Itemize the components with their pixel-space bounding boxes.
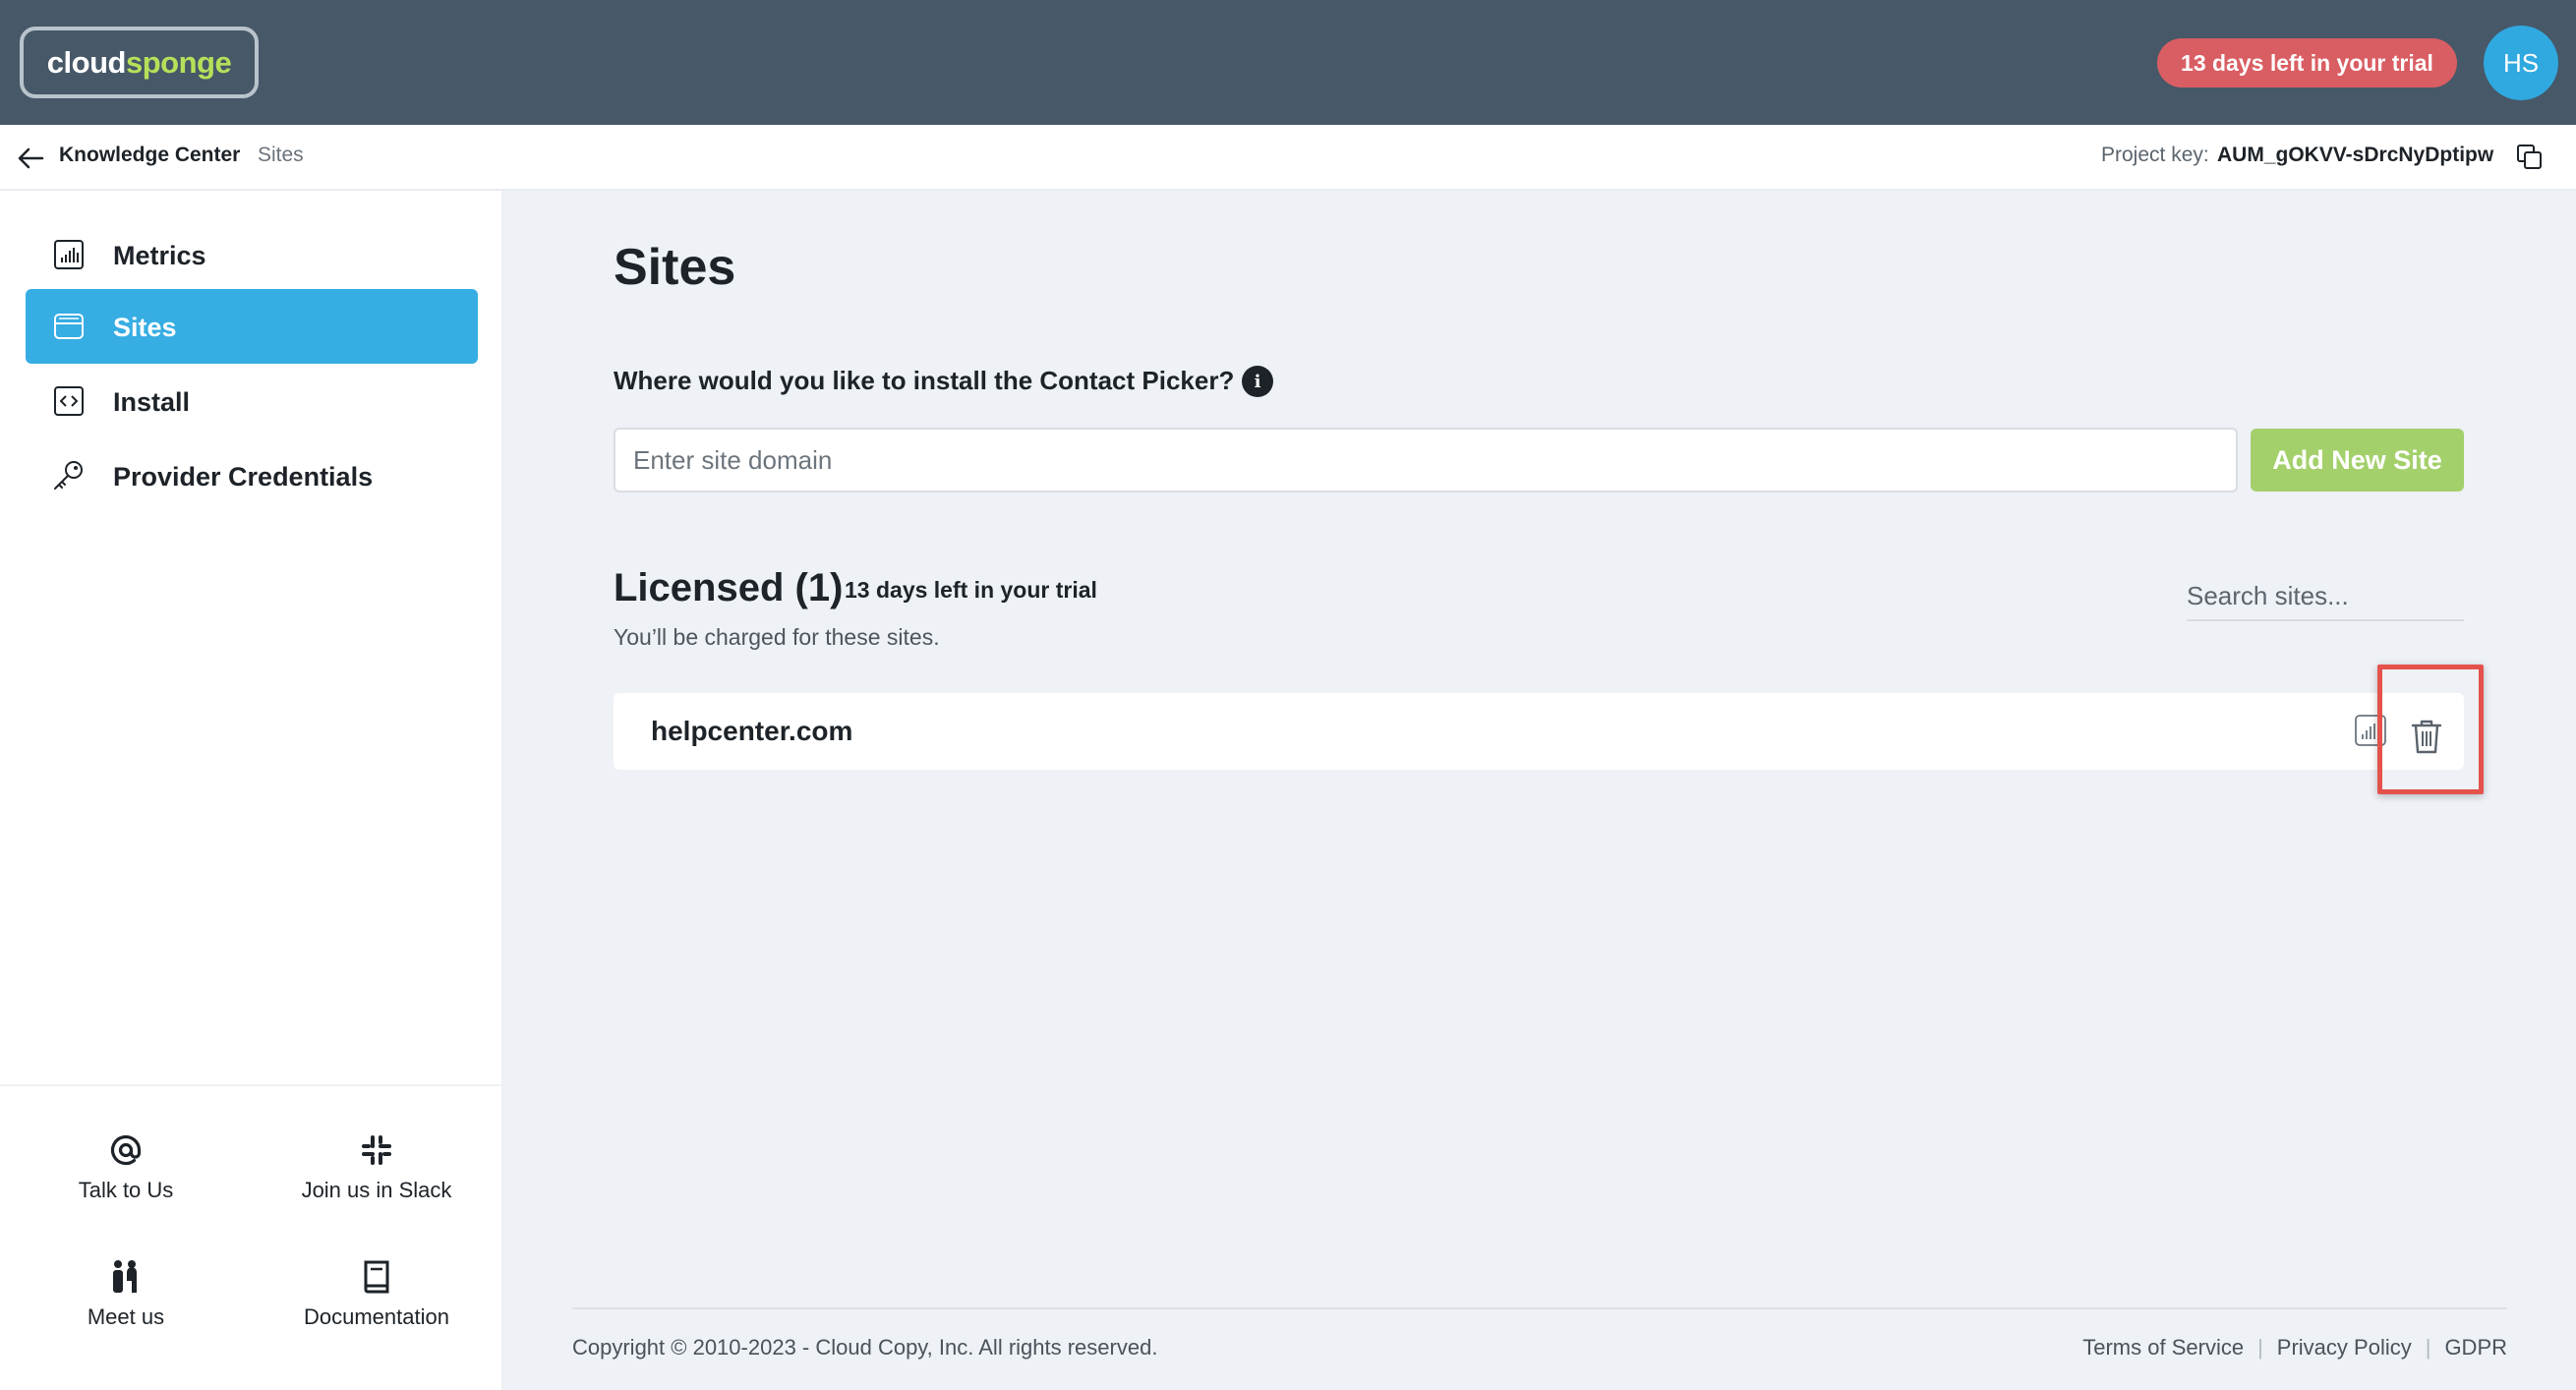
site-domain-input[interactable] bbox=[614, 428, 2238, 492]
meet-us-link[interactable]: Meet us bbox=[13, 1259, 239, 1358]
cloudsponge-logo[interactable]: cloud sponge bbox=[20, 27, 259, 98]
sidebar-item-label: Provider Credentials bbox=[113, 462, 374, 492]
licensed-charge-note: You’ll be charged for these sites. bbox=[614, 624, 940, 650]
user-avatar[interactable]: HS bbox=[2484, 26, 2558, 100]
browser-window-icon bbox=[54, 314, 84, 339]
join-slack-link[interactable]: Join us in Slack bbox=[263, 1132, 490, 1231]
install-question: Where would you like to install the Cont… bbox=[614, 366, 1235, 395]
code-icon bbox=[54, 386, 84, 416]
breadcrumb-knowledge-center[interactable]: Knowledge Center bbox=[59, 144, 240, 167]
page-title: Sites bbox=[614, 239, 736, 296]
gdpr-link[interactable]: GDPR bbox=[2444, 1335, 2507, 1361]
talk-to-us-label: Talk to Us bbox=[78, 1178, 174, 1202]
documentation-label: Documentation bbox=[304, 1304, 449, 1329]
add-new-site-button[interactable]: Add New Site bbox=[2251, 429, 2464, 492]
sidebar-divider bbox=[0, 1084, 501, 1086]
copyright-text: Copyright © 2010-2023 - Cloud Copy, Inc.… bbox=[572, 1335, 1158, 1360]
sidebar-item-sites[interactable]: Sites bbox=[26, 289, 478, 364]
delete-site-button[interactable] bbox=[2405, 715, 2448, 758]
trash-icon bbox=[2411, 720, 2442, 754]
terms-of-service-link[interactable]: Terms of Service bbox=[2082, 1335, 2244, 1361]
bar-chart-icon bbox=[54, 240, 84, 269]
sidebar-item-provider-credentials[interactable]: Provider Credentials bbox=[26, 438, 478, 513]
copy-icon[interactable] bbox=[2515, 143, 2545, 172]
sidebar-item-install[interactable]: Install bbox=[26, 364, 478, 438]
sidebar-item-metrics[interactable]: Metrics bbox=[26, 217, 478, 292]
search-sites-input[interactable] bbox=[2187, 572, 2464, 621]
footer-separator: | bbox=[2425, 1335, 2431, 1360]
key-icon bbox=[54, 461, 83, 490]
licensed-section-title: Licensed (1) bbox=[614, 566, 844, 609]
breadcrumb-bar: Knowledge Center Sites Project key: AUM_… bbox=[0, 125, 2576, 191]
licensed-trial-text: 13 days left in your trial bbox=[845, 577, 1097, 603]
sidebar-item-label: Metrics bbox=[113, 241, 206, 270]
footer-divider bbox=[572, 1307, 2507, 1309]
documentation-link[interactable]: Documentation bbox=[263, 1259, 490, 1358]
footer-separator: | bbox=[2257, 1335, 2263, 1360]
meet-us-label: Meet us bbox=[87, 1304, 165, 1329]
people-icon bbox=[113, 1260, 137, 1293]
sidebar-item-label: Sites bbox=[113, 313, 177, 342]
book-icon bbox=[364, 1260, 389, 1294]
footer-links: Terms of Service | Privacy Policy | GDPR bbox=[2082, 1335, 2507, 1361]
site-row: helpcenter.com bbox=[614, 693, 2464, 770]
sidebar: Metrics Sites Install Provider Credentia… bbox=[0, 191, 503, 1390]
info-icon[interactable]: i bbox=[1242, 366, 1273, 397]
logo-text-sponge: sponge bbox=[125, 44, 232, 80]
sidebar-item-label: Install bbox=[113, 387, 191, 417]
arrow-left-icon[interactable] bbox=[16, 145, 45, 172]
talk-to-us-link[interactable]: Talk to Us bbox=[13, 1132, 239, 1231]
slack-icon bbox=[362, 1135, 391, 1165]
privacy-policy-link[interactable]: Privacy Policy bbox=[2277, 1335, 2412, 1361]
logo-text-cloud: cloud bbox=[46, 44, 127, 80]
at-sign-icon bbox=[110, 1134, 142, 1166]
site-domain[interactable]: helpcenter.com bbox=[651, 716, 852, 747]
project-key-label: Project key: bbox=[2101, 144, 2209, 166]
breadcrumb-current-page: Sites bbox=[258, 144, 304, 166]
main-content: Sites Where would you like to install th… bbox=[503, 191, 2576, 1390]
join-slack-label: Join us in Slack bbox=[301, 1178, 452, 1202]
top-bar: cloud sponge 13 days left in your trial H… bbox=[0, 0, 2576, 125]
project-key-value: AUM_gOKVV-sDrcNyDptipw bbox=[2217, 144, 2494, 166]
trial-badge[interactable]: 13 days left in your trial bbox=[2157, 38, 2457, 87]
